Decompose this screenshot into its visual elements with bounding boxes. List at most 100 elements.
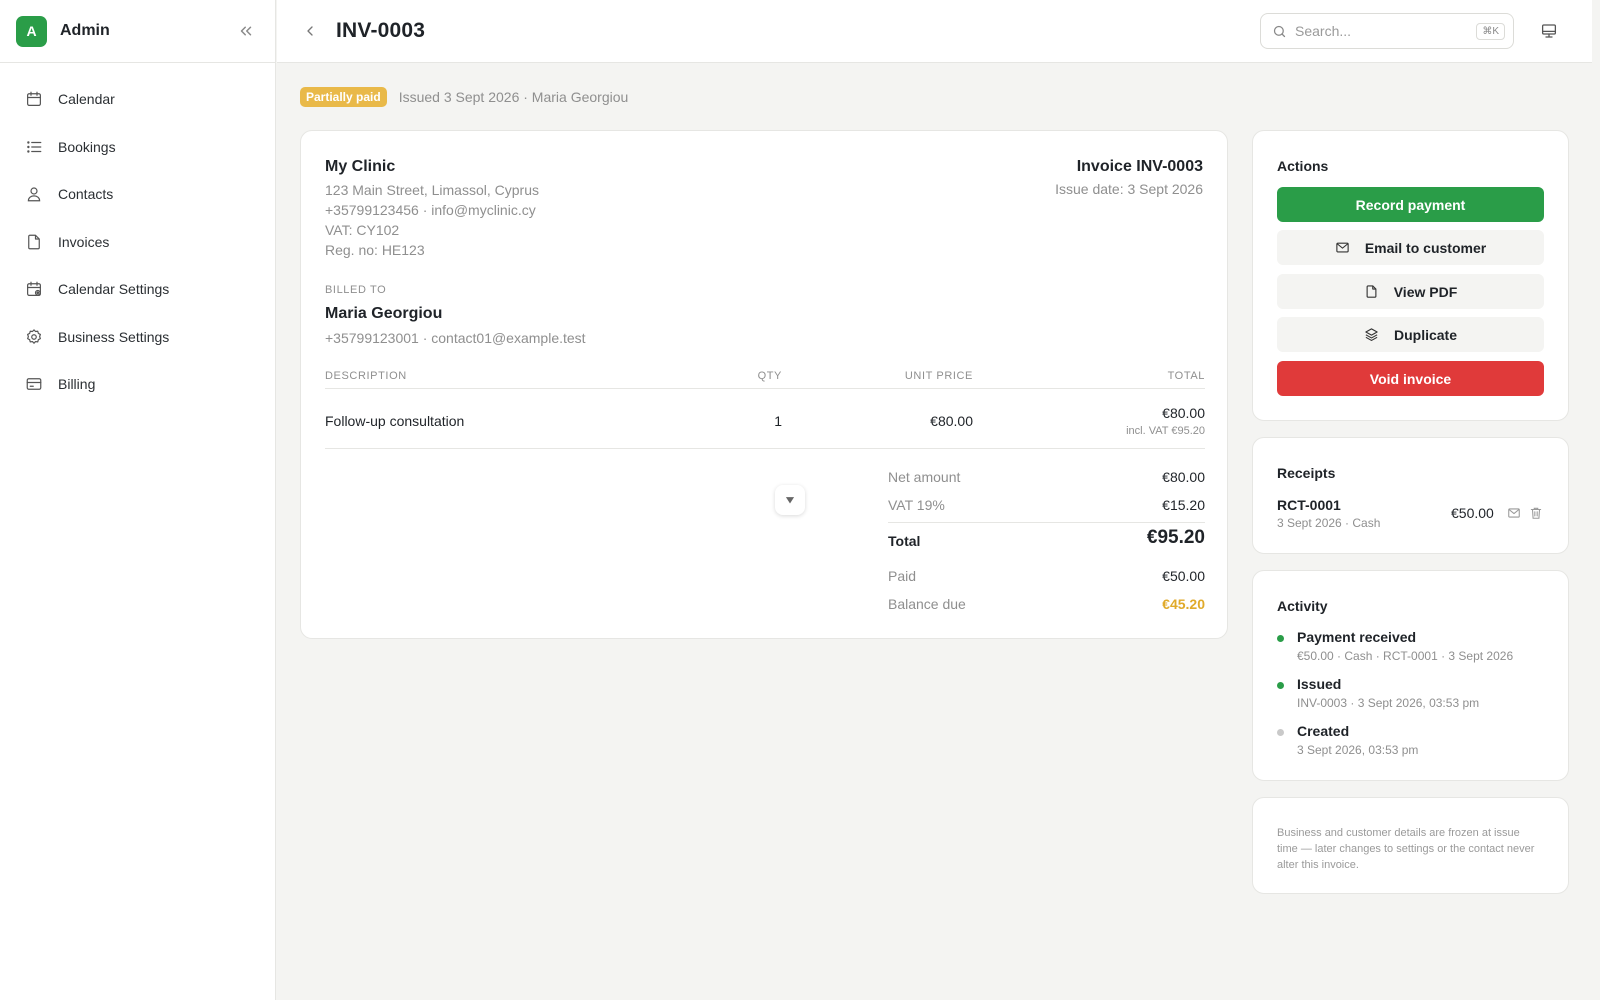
record-payment-label: Record payment: [1355, 196, 1466, 213]
billed-to-label: BILLED TO: [325, 284, 387, 296]
status-dot: [1277, 682, 1284, 689]
status-badge: Partially paid: [300, 87, 387, 107]
receipt-amount: €50.00: [1451, 505, 1494, 521]
vat-value: €15.20: [1162, 497, 1205, 513]
receipts-card: Receipts RCT-0001 3 Sept 2026 · Cash €50…: [1252, 437, 1569, 554]
page-title: INV-0003: [336, 19, 426, 42]
display-mode-button[interactable]: [1536, 18, 1562, 44]
business-name: My Clinic: [325, 158, 396, 175]
status-dot: [1277, 635, 1284, 642]
status-dot: [1277, 729, 1284, 736]
gear-icon: [24, 327, 44, 347]
receipt-id: RCT-0001: [1277, 497, 1341, 513]
line-total: €80.00: [1162, 405, 1205, 421]
void-invoice-button[interactable]: Void invoice: [1277, 361, 1544, 396]
col-description: DESCRIPTION: [325, 370, 407, 382]
line-qty: 1: [774, 413, 782, 429]
duplicate-label: Duplicate: [1393, 326, 1457, 343]
sidebar-item-label: Business Settings: [58, 328, 170, 345]
col-total: TOTAL: [1167, 370, 1205, 382]
status-meta: Issued 3 Sept 2026 · Maria Georgiou: [398, 89, 629, 105]
activity-item-title: Issued: [1297, 676, 1342, 692]
search-input[interactable]: [1295, 23, 1465, 39]
user-icon: [24, 184, 44, 204]
sidebar-item-bookings[interactable]: Bookings: [8, 127, 267, 167]
summary-paid: Paid €50.00: [888, 568, 1205, 584]
activity-item-title: Created: [1297, 723, 1350, 739]
sidebar: A Admin Calendar Bookings Contacts Invoi…: [0, 0, 276, 1000]
business-address: 123 Main Street, Limassol, Cyprus: [325, 182, 539, 198]
scroll-down-button[interactable]: [775, 485, 805, 515]
duplicate-button[interactable]: Duplicate: [1277, 317, 1544, 352]
sidebar-item-label: Calendar: [58, 91, 115, 107]
view-pdf-label: View PDF: [1393, 283, 1458, 300]
customer-name: Maria Georgiou: [325, 305, 443, 322]
mail-icon: [1335, 240, 1351, 256]
invoice-issue-date: Issue date: 3 Sept 2026: [1055, 181, 1203, 197]
back-button[interactable]: [297, 18, 323, 44]
view-pdf-button[interactable]: View PDF: [1277, 274, 1544, 309]
summary-balance: Balance due €45.20: [888, 596, 1205, 612]
balance-value: €45.20: [1162, 596, 1205, 612]
col-qty: QTY: [757, 370, 782, 382]
line-incl-vat: incl. VAT €95.20: [1126, 425, 1205, 437]
mail-icon: [1508, 508, 1520, 518]
actions-title: Actions: [1277, 158, 1329, 174]
workspace-logo[interactable]: A: [16, 15, 47, 47]
invoice-card: My Clinic 123 Main Street, Limassol, Cyp…: [300, 130, 1228, 639]
activity-item-meta: €50.00 · Cash · RCT-0001 · 3 Sept 2026: [1297, 649, 1514, 663]
sidebar-item-invoices[interactable]: Invoices: [8, 222, 267, 262]
info-note-card: Business and customer details are frozen…: [1252, 797, 1569, 894]
summary-divider: [888, 522, 1205, 523]
sidebar-item-contacts[interactable]: Contacts: [8, 174, 267, 214]
summary-total: Total €95.20: [888, 527, 1205, 549]
list-icon: [24, 137, 44, 157]
net-label: Net amount: [888, 469, 961, 485]
calendar-icon: [24, 89, 44, 109]
invoice-status-line: Partially paid Issued 3 Sept 2026 · Mari…: [300, 87, 628, 107]
sidebar-item-label: Invoices: [58, 233, 110, 250]
receipts-title: Receipts: [1277, 465, 1336, 481]
sidebar-item-label: Bookings: [58, 138, 116, 155]
sidebar-item-label: Billing: [58, 376, 96, 392]
record-payment-button[interactable]: Record payment: [1277, 187, 1544, 222]
email-receipt-button[interactable]: [1505, 504, 1523, 522]
email-customer-label: Email to customer: [1364, 239, 1487, 256]
search-icon: [1273, 25, 1286, 37]
search-box[interactable]: ⌘K: [1260, 13, 1514, 49]
receipt-meta: 3 Sept 2026 · Cash: [1277, 516, 1381, 530]
table-row: Follow-up consultation 1 €80.00 €80.00 i…: [325, 393, 1205, 449]
sidebar-nav: Calendar Bookings Contacts Invoices Cale…: [0, 63, 275, 404]
line-description: Follow-up consultation: [325, 413, 465, 429]
sidebar-item-business-settings[interactable]: Business Settings: [8, 317, 267, 357]
sidebar-item-calendar-settings[interactable]: Calendar Settings: [8, 269, 267, 309]
void-invoice-label: Void invoice: [1369, 370, 1452, 387]
sidebar-item-billing[interactable]: Billing: [8, 364, 267, 404]
total-label: Total: [888, 533, 921, 549]
paid-value: €50.00: [1162, 568, 1205, 584]
credit-card-icon: [24, 374, 44, 394]
customer-contact: +35799123001 · contact01@example.test: [325, 330, 586, 346]
scrollbar-track[interactable]: [1592, 0, 1600, 1000]
file-icon: [24, 232, 44, 252]
line-unit-price: €80.00: [930, 413, 973, 429]
chevron-left-icon: [307, 26, 313, 36]
vat-label: VAT 19%: [888, 497, 945, 513]
business-contact: +35799123456 · info@myclinic.cy: [325, 202, 536, 218]
double-chevron-left-icon: [240, 26, 252, 36]
paid-label: Paid: [888, 568, 917, 584]
summary-net: Net amount €80.00: [888, 469, 1205, 485]
sidebar-item-label: Contacts: [58, 186, 114, 202]
delete-receipt-button[interactable]: [1527, 504, 1545, 522]
calendar-settings-icon: [24, 279, 44, 299]
email-customer-button[interactable]: Email to customer: [1277, 230, 1544, 265]
monitor-icon: [1541, 24, 1557, 38]
col-unit-price: UNIT PRICE: [904, 370, 973, 382]
actions-card: Actions Record payment Email to customer…: [1252, 130, 1569, 421]
collapse-sidebar-button[interactable]: [233, 18, 259, 44]
sidebar-header: A Admin: [0, 0, 275, 63]
activity-item-meta: 3 Sept 2026, 03:53 pm: [1297, 743, 1419, 757]
activity-title: Activity: [1277, 598, 1328, 614]
sidebar-item-calendar[interactable]: Calendar: [8, 79, 267, 119]
invoice-heading: Invoice INV-0003 Issue date: 3 Sept 2026: [1055, 158, 1203, 197]
